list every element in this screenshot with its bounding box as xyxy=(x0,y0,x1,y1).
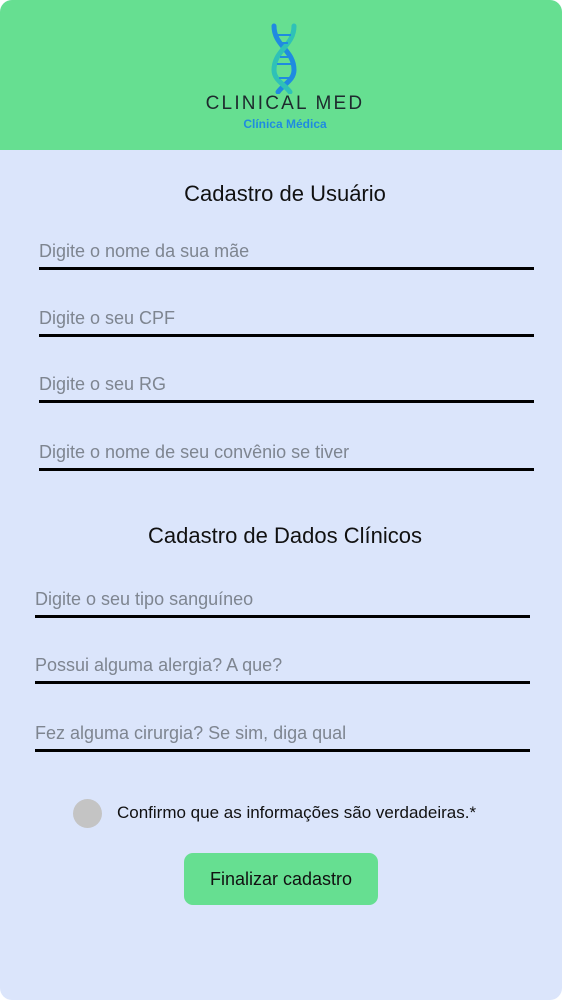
dna-icon xyxy=(271,23,297,94)
confirm-label: Confirmo que as informações são verdadei… xyxy=(117,803,477,822)
cpf-input[interactable] xyxy=(39,303,534,337)
mother-name-input[interactable] xyxy=(39,236,534,270)
rg-input[interactable] xyxy=(39,369,534,403)
allergy-input[interactable] xyxy=(35,650,530,684)
brand-name: CLINICAL MED xyxy=(205,93,365,114)
header: CLINICAL MED Clínica Médica xyxy=(0,0,562,150)
brand-subtitle: Clínica Médica xyxy=(243,117,327,131)
insurance-input[interactable] xyxy=(39,437,534,471)
registration-card: CLINICAL MED Clínica Médica Cadastro de … xyxy=(0,0,562,1000)
surgery-input[interactable] xyxy=(35,718,530,752)
confirm-radio[interactable] xyxy=(73,799,102,828)
user-section-title: Cadastro de Usuário xyxy=(184,181,386,206)
blood-type-input[interactable] xyxy=(35,584,530,618)
clinical-section-title: Cadastro de Dados Clínicos xyxy=(148,523,422,548)
finish-registration-button[interactable]: Finalizar cadastro xyxy=(184,853,378,905)
